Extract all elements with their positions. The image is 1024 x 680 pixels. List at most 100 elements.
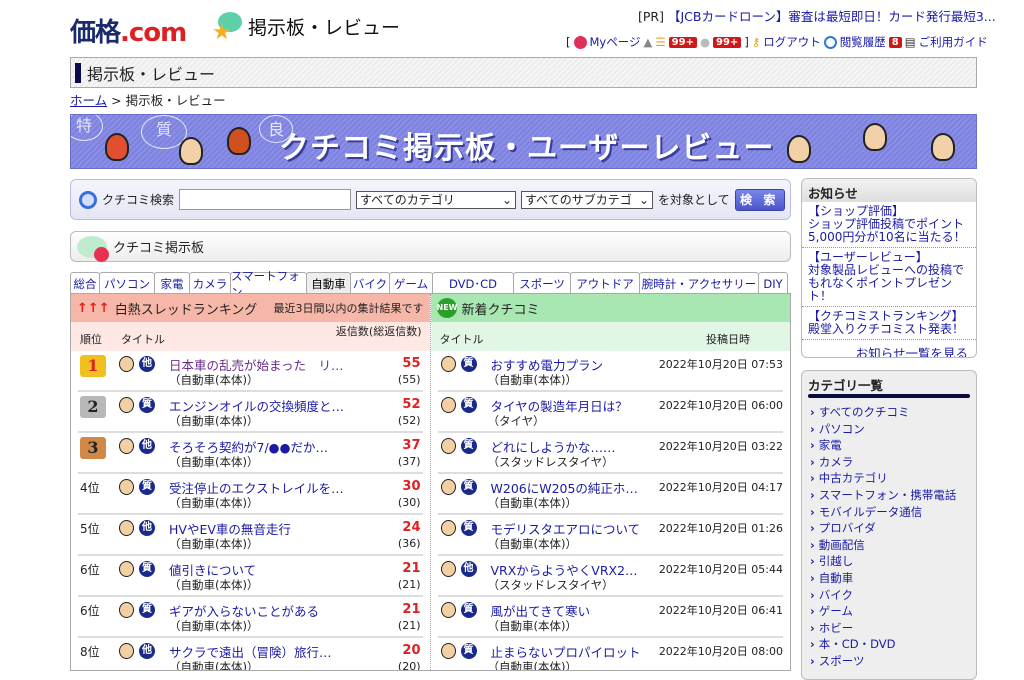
search-button[interactable]: 検 索 bbox=[734, 188, 785, 211]
search-input[interactable] bbox=[179, 189, 352, 210]
banner-title: クチコミ掲示板・ユーザーレビュー bbox=[279, 131, 775, 166]
latest-row: 質おすすめ電力プラン （自動車(本体)） 2022年10月20日 07:53 bbox=[437, 351, 783, 392]
post-type-icon: 他 bbox=[139, 520, 155, 536]
pr-link[interactable]: 【JCBカードローン】審査は最短即日！カード発行最短3... bbox=[668, 9, 996, 24]
pr-ad[interactable]: [PR] 【JCBカードローン】審査は最短即日！カード発行最短3... bbox=[638, 6, 996, 25]
tab-10[interactable]: アウトドア bbox=[570, 272, 640, 294]
subcategory-value: すべてのサブカテゴ bbox=[525, 193, 632, 207]
tab-4[interactable]: スマートフォン bbox=[230, 269, 307, 299]
ranking-row: 2 質エンジンオイルの交換頻度と… （自動車(本体)） 52 (52) bbox=[78, 392, 423, 433]
tab-11[interactable]: 腕時計・アクセサリー bbox=[639, 272, 759, 294]
mypage-link[interactable]: Myページ bbox=[590, 34, 641, 50]
user-avatar-icon bbox=[440, 356, 456, 372]
category-select[interactable]: すべてのカテゴリ ⌄ bbox=[356, 190, 517, 209]
message-icon[interactable]: ● bbox=[700, 35, 710, 49]
category-link[interactable]: カメラ bbox=[802, 454, 976, 471]
key-icon: ⚷ bbox=[751, 35, 761, 49]
tab-8[interactable]: DVD･CD bbox=[432, 272, 514, 294]
user-avatar-icon bbox=[440, 643, 456, 659]
category-link[interactable]: スポーツ bbox=[802, 653, 976, 670]
post-type-icon: 質 bbox=[460, 438, 477, 454]
category-link[interactable]: パソコン bbox=[802, 421, 976, 438]
user-avatar-icon bbox=[119, 397, 134, 413]
tab-12[interactable]: DIY bbox=[758, 272, 788, 294]
rank-label: 6位 bbox=[80, 604, 100, 618]
total-reply-count: (36) bbox=[397, 537, 421, 550]
category-link[interactable]: 自動車 bbox=[802, 570, 976, 587]
post-date: 2022年10月20日 07:53 bbox=[658, 358, 783, 371]
news-item[interactable]: 【ショップ評価】 ショップ評価投稿でポイント 5,000円分が10名に当たる！ bbox=[802, 202, 976, 248]
news-more-link[interactable]: お知らせ一覧を見る bbox=[856, 346, 968, 357]
tab-9[interactable]: スポーツ bbox=[513, 272, 571, 294]
tab-7[interactable]: ゲーム bbox=[389, 272, 433, 294]
kakaku-logo[interactable]: 価格.com bbox=[70, 12, 187, 49]
ranking-row: 5位他 HVやEV車の無音走行 （自動車(本体)） 24 (36) bbox=[78, 515, 423, 556]
guide-link[interactable]: ご利用ガイド bbox=[919, 34, 988, 50]
category-link[interactable]: すべてのクチコミ bbox=[802, 404, 976, 421]
rank-label: 6位 bbox=[80, 563, 100, 577]
user-avatar-icon bbox=[119, 356, 134, 372]
category-link[interactable]: 動画配信 bbox=[802, 537, 976, 554]
pr-tag: [PR] bbox=[638, 9, 664, 24]
post-type-icon: 質 bbox=[139, 397, 155, 413]
thread-category: （自動車(本体)） bbox=[487, 660, 577, 671]
subcategory-select[interactable]: すべてのサブカテゴ ⌄ bbox=[521, 190, 654, 209]
thread-category: （自動車(本体)） bbox=[169, 537, 259, 551]
post-type-icon: 質 bbox=[139, 561, 155, 577]
history-link[interactable]: 閲覧履歴 bbox=[840, 34, 886, 50]
tab-0[interactable]: 総合 bbox=[70, 272, 100, 294]
crown-rank-icon: 3 bbox=[80, 437, 106, 459]
chevron-down-icon: ⌄ bbox=[501, 192, 513, 207]
bbs-logo[interactable]: ★ 掲示板・レビュー bbox=[212, 12, 400, 45]
total-reply-count: (20) bbox=[397, 660, 421, 671]
category-link[interactable]: プロバイダ bbox=[802, 520, 976, 537]
ranking-row: 6位質値引きについて （自動車(本体)） 21 (21) bbox=[78, 556, 423, 597]
tab-2[interactable]: 家電 bbox=[154, 272, 190, 294]
category-link[interactable]: ホビー bbox=[802, 620, 976, 637]
history-badge: 8 bbox=[888, 36, 902, 48]
post-date: 2022年10月20日 04:17 bbox=[658, 481, 783, 494]
post-type-icon: 他 bbox=[460, 561, 477, 577]
post-type-icon: 他 bbox=[139, 438, 155, 454]
bubble-star-icon: ★ bbox=[212, 12, 242, 45]
category-link[interactable]: 中古カテゴリ bbox=[802, 470, 976, 487]
latest-row: 他 VRXからようやくVRX2… （スタッドレスタイヤ） 2022年10月20日 05… bbox=[437, 556, 783, 597]
tab-3[interactable]: カメラ bbox=[189, 272, 231, 294]
warning-icon[interactable]: ▲ bbox=[644, 35, 653, 49]
page-titlebar: 掲示板・レビュー bbox=[70, 57, 977, 88]
user-avatar-icon bbox=[440, 520, 456, 536]
category-tabs: 総合 パソコン 家電 カメラ スマートフォン 自動車 バイク ゲーム DVD･CD スポーツ アウト… bbox=[70, 269, 791, 299]
reply-count: 52 bbox=[402, 397, 421, 412]
tab-5[interactable]: 自動車 bbox=[306, 272, 351, 294]
category-link[interactable]: ゲーム bbox=[802, 603, 976, 620]
bracket: [ bbox=[566, 35, 571, 49]
user-avatar-icon bbox=[440, 561, 456, 577]
user-avatar-icon bbox=[440, 438, 456, 454]
category-link[interactable]: 家電 bbox=[802, 437, 976, 454]
thread-category: （自動車(本体)） bbox=[487, 619, 577, 633]
ranking-header: ↑↑↑ 白熱スレッドランキング 最近3日間以内の集計結果です bbox=[71, 294, 430, 322]
category-link[interactable]: モバイルデータ通信 bbox=[802, 504, 976, 521]
mypage-icon bbox=[573, 35, 587, 49]
category-value: すべてのカテゴリ bbox=[360, 193, 455, 207]
rank-label: 8位 bbox=[80, 645, 100, 659]
search-icon bbox=[79, 190, 97, 209]
category-link[interactable]: スマートフォン・携帯電話 bbox=[802, 487, 976, 504]
user-avatar-icon bbox=[119, 561, 134, 577]
logout-link[interactable]: ログアウト bbox=[763, 34, 821, 50]
logo-domain: .com bbox=[120, 18, 187, 48]
character-icon bbox=[179, 137, 203, 165]
thread-category: （自動車(本体)） bbox=[169, 660, 259, 671]
news-item[interactable]: 【ユーザーレビュー】 対象製品レビューへの投稿で もれなくポイントプレゼント！ bbox=[802, 248, 976, 307]
category-link[interactable]: 引越し bbox=[802, 553, 976, 570]
news-item[interactable]: 【クチコミストランキング】 殿堂入りクチコミスト発表！ bbox=[802, 307, 976, 340]
category-link[interactable]: バイク bbox=[802, 587, 976, 604]
notification-icon[interactable]: ☰ bbox=[655, 35, 665, 49]
category-link[interactable]: 本・CD・DVD bbox=[802, 636, 976, 653]
tab-1[interactable]: パソコン bbox=[99, 272, 155, 294]
total-reply-count: (52) bbox=[397, 414, 421, 427]
breadcrumb-home[interactable]: ホーム bbox=[70, 93, 107, 108]
tab-6[interactable]: バイク bbox=[350, 272, 390, 294]
news-title: お知らせ bbox=[802, 179, 976, 202]
bbs-banner[interactable]: 特 質 良 クチコミ掲示板・ユーザーレビュー bbox=[70, 114, 977, 169]
